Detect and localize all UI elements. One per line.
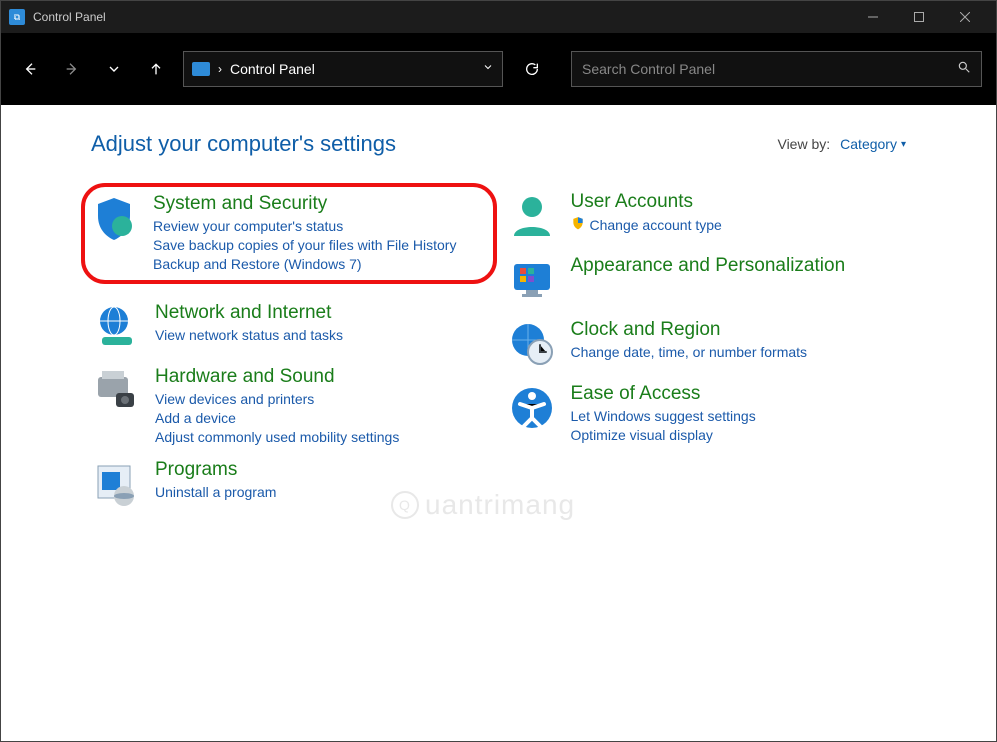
category-appearance-and-personalization: Appearance and Personalization xyxy=(507,255,907,305)
category-title[interactable]: Programs xyxy=(155,459,276,481)
category-ease-of-access: Ease of Access Let Windows suggest setti… xyxy=(507,383,907,443)
monitor-colors-icon xyxy=(507,255,557,305)
category-title[interactable]: Appearance and Personalization xyxy=(571,255,846,277)
user-icon xyxy=(507,191,557,241)
category-user-accounts: User Accounts Change account type xyxy=(507,191,907,241)
category-network-and-internet: Network and Internet View network status… xyxy=(91,302,491,352)
category-link[interactable]: Change date, time, or number formats xyxy=(571,344,808,360)
toolbar: › Control Panel xyxy=(1,33,996,105)
address-bar[interactable]: › Control Panel xyxy=(183,51,503,87)
category-title[interactable]: Ease of Access xyxy=(571,383,756,405)
category-link-text: Change account type xyxy=(590,217,722,233)
view-by-value: Category xyxy=(840,136,897,152)
category-link[interactable]: Adjust commonly used mobility settings xyxy=(155,429,399,445)
address-dropdown-icon[interactable] xyxy=(482,60,494,78)
back-button[interactable] xyxy=(15,54,45,84)
category-link[interactable]: Change account type xyxy=(571,216,722,233)
category-clock-and-region: Clock and Region Change date, time, or n… xyxy=(507,319,907,369)
view-by-group: View by: Category ▾ xyxy=(777,136,906,152)
search-box[interactable] xyxy=(571,51,982,87)
category-programs: Programs Uninstall a program xyxy=(91,459,491,509)
category-title[interactable]: Network and Internet xyxy=(155,302,343,324)
view-by-label: View by: xyxy=(777,136,830,152)
close-button[interactable] xyxy=(942,1,988,33)
breadcrumb-segment[interactable]: Control Panel xyxy=(230,61,315,77)
category-link[interactable]: Review your computer's status xyxy=(153,218,456,234)
right-column: User Accounts Change account type Appear… xyxy=(507,191,907,509)
search-icon[interactable] xyxy=(957,60,971,79)
clock-globe-icon xyxy=(507,319,557,369)
search-input[interactable] xyxy=(582,61,957,77)
left-column: System and Security Review your computer… xyxy=(91,191,491,509)
printer-camera-icon xyxy=(91,366,141,416)
recent-locations-button[interactable] xyxy=(99,54,129,84)
category-link[interactable]: Add a device xyxy=(155,410,399,426)
control-panel-breadcrumb-icon xyxy=(192,62,210,76)
programs-icon xyxy=(91,459,141,509)
category-link[interactable]: Optimize visual display xyxy=(571,427,756,443)
category-title[interactable]: System and Security xyxy=(153,193,456,215)
page-title: Adjust your computer's settings xyxy=(91,131,396,157)
category-hardware-and-sound: Hardware and Sound View devices and prin… xyxy=(91,366,491,445)
category-link[interactable]: View devices and printers xyxy=(155,391,399,407)
globe-network-icon xyxy=(91,302,141,352)
category-title[interactable]: Hardware and Sound xyxy=(155,366,399,388)
shield-icon xyxy=(89,193,139,243)
maximize-button[interactable] xyxy=(896,1,942,33)
category-system-and-security: System and Security Review your computer… xyxy=(81,183,497,284)
breadcrumb-separator-icon: › xyxy=(218,62,222,76)
category-title[interactable]: Clock and Region xyxy=(571,319,808,341)
view-by-dropdown[interactable]: Category ▾ xyxy=(840,136,906,152)
window-title: Control Panel xyxy=(33,10,106,24)
category-link[interactable]: View network status and tasks xyxy=(155,327,343,343)
control-panel-app-icon: ⧉ xyxy=(9,9,25,25)
accessibility-icon xyxy=(507,383,557,433)
minimize-button[interactable] xyxy=(850,1,896,33)
category-link[interactable]: Uninstall a program xyxy=(155,484,276,500)
category-title[interactable]: User Accounts xyxy=(571,191,722,213)
refresh-button[interactable] xyxy=(515,51,549,87)
category-link[interactable]: Save backup copies of your files with Fi… xyxy=(153,237,456,253)
content-area: Adjust your computer's settings View by:… xyxy=(1,105,996,509)
uac-shield-icon xyxy=(571,216,585,233)
category-link[interactable]: Backup and Restore (Windows 7) xyxy=(153,256,456,272)
forward-button[interactable] xyxy=(57,54,87,84)
up-button[interactable] xyxy=(141,54,171,84)
titlebar: ⧉ Control Panel xyxy=(1,1,996,33)
chevron-down-icon: ▾ xyxy=(901,139,906,150)
category-link[interactable]: Let Windows suggest settings xyxy=(571,408,756,424)
